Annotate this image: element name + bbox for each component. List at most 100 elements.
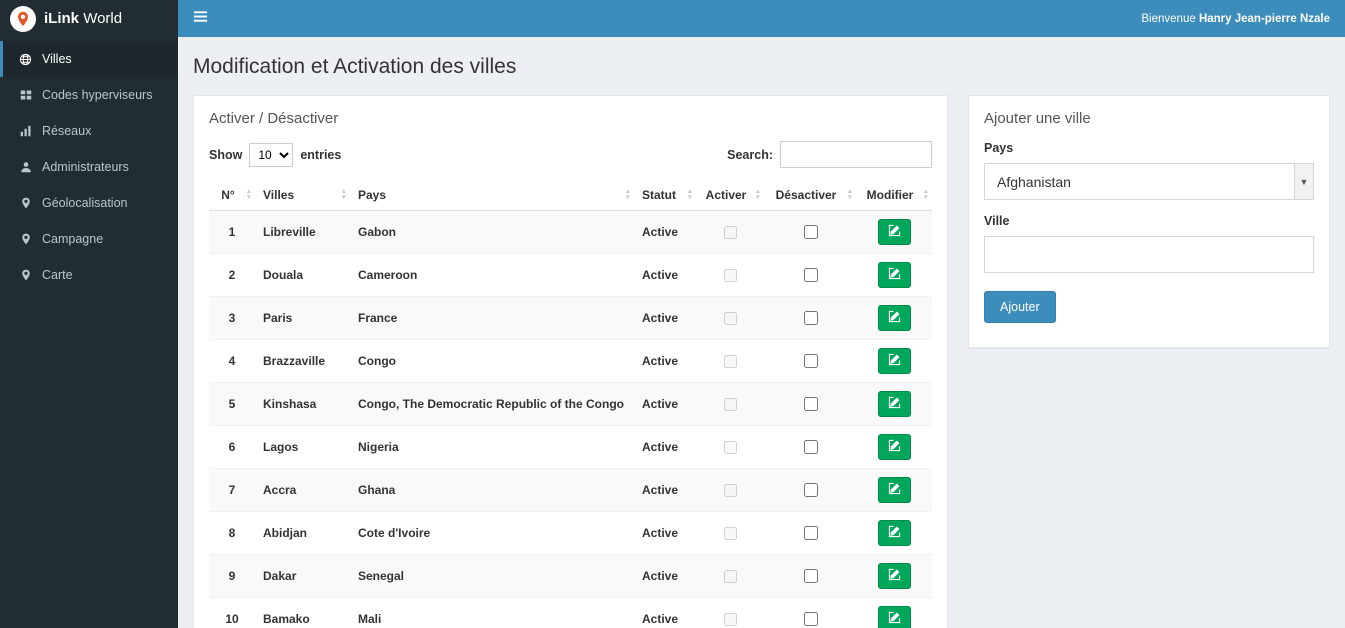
modifier-button[interactable] (877, 606, 911, 628)
table-row: 9 Dakar Senegal Active (209, 554, 932, 598)
cell-numero: 1 (209, 210, 255, 254)
table-row: 7 Accra Ghana Active (209, 468, 932, 512)
modifier-button[interactable] (877, 563, 911, 589)
modifier-button[interactable] (877, 391, 911, 417)
desactiver-checkbox[interactable] (803, 526, 818, 540)
modifier-button[interactable] (877, 262, 911, 288)
cell-numero: 7 (209, 468, 255, 512)
column-header-pays[interactable]: Pays ▲ ▼ (350, 180, 634, 211)
cell-ville: Lagos (255, 425, 350, 469)
column-header-villes[interactable]: Villes ▲ ▼ (255, 180, 350, 211)
cell-pays: Mali (350, 597, 634, 628)
main-content: Modification et Activation des villes Ac… (178, 37, 1345, 628)
show-label: Show (209, 147, 243, 162)
column-header-label: N° (221, 188, 235, 202)
column-header-activer[interactable]: Activer ▲ ▼ (696, 180, 764, 211)
sidebar-item-campagne[interactable]: Campagne (0, 221, 178, 257)
app-logo[interactable]: iLink World (0, 0, 178, 37)
cell-modifier (856, 296, 932, 340)
modifier-button[interactable] (877, 348, 911, 374)
modifier-button[interactable] (877, 219, 911, 245)
activer-checkbox (724, 483, 737, 497)
table-row: 8 Abidjan Cote d'Ivoire Active (209, 511, 932, 555)
cell-desactiver (764, 339, 856, 383)
pays-select[interactable]: Afghanistan (985, 164, 1313, 199)
brand-text: iLink World (44, 10, 123, 27)
table-row: 10 Bamako Mali Active (209, 597, 932, 628)
modifier-button[interactable] (877, 434, 911, 460)
ajouter-button[interactable]: Ajouter (984, 291, 1056, 323)
desactiver-checkbox[interactable] (803, 440, 818, 454)
cell-pays: Cameroon (350, 253, 634, 297)
search-label: Search: (727, 147, 773, 162)
page-length-select[interactable]: 10 (249, 142, 294, 167)
sidebar-item-label: Carte (42, 268, 73, 282)
cell-ville: Abidjan (255, 511, 350, 555)
desactiver-checkbox[interactable] (803, 612, 818, 626)
activer-checkbox (724, 397, 737, 411)
sort-icon: ▲ ▼ (624, 188, 631, 201)
pin-icon (18, 197, 33, 209)
activer-checkbox (724, 354, 737, 368)
cell-pays: Senegal (350, 554, 634, 598)
sort-icon: ▲ ▼ (245, 188, 252, 201)
column-header-modifier[interactable]: Modifier ▲ ▼ (856, 180, 932, 211)
cell-activer (696, 382, 764, 426)
sidebar: iLink World Villes Codes hyperviseurs Rése… (0, 0, 178, 628)
modifier-button[interactable] (877, 520, 911, 546)
column-header-desactiver[interactable]: Désactiver ▲ ▼ (764, 180, 856, 211)
cell-ville: Libreville (255, 210, 350, 254)
column-header-label: Désactiver (775, 188, 837, 202)
activer-checkbox (724, 526, 737, 540)
cell-numero: 8 (209, 511, 255, 555)
sidebar-item-administrateurs[interactable]: Administrateurs (0, 149, 178, 185)
sidebar-toggle-button[interactable] (178, 0, 223, 37)
modifier-button[interactable] (877, 477, 911, 503)
column-header-label: Pays (358, 188, 387, 202)
table-row: 1 Libreville Gabon Active (209, 210, 932, 254)
desactiver-checkbox[interactable] (803, 225, 818, 239)
pin-icon (18, 233, 33, 245)
modifier-button[interactable] (877, 305, 911, 331)
cell-desactiver (764, 554, 856, 598)
cell-pays: Cote d'Ivoire (350, 511, 634, 555)
column-header-statut[interactable]: Statut ▲ ▼ (634, 180, 696, 211)
column-header-label: Modifier (866, 188, 914, 202)
table-row: 3 Paris France Active (209, 296, 932, 340)
activer-checkbox (724, 440, 737, 454)
sort-icon: ▲ ▼ (754, 188, 761, 201)
sidebar-item-codes-hyperviseurs[interactable]: Codes hyperviseurs (0, 77, 178, 113)
desactiver-checkbox[interactable] (803, 268, 818, 282)
edit-icon (888, 482, 901, 498)
sidebar-item-geolocalisation[interactable]: Géolocalisation (0, 185, 178, 221)
ville-input[interactable] (984, 236, 1314, 273)
activer-checkbox (724, 225, 737, 239)
desactiver-checkbox[interactable] (803, 397, 818, 411)
cell-pays: France (350, 296, 634, 340)
sidebar-item-carte[interactable]: Carte (0, 257, 178, 293)
table-search-control: Search: (727, 141, 932, 168)
cell-activer (696, 425, 764, 469)
pin-icon (18, 269, 33, 281)
desactiver-checkbox[interactable] (803, 311, 818, 325)
edit-icon (888, 439, 901, 455)
desactiver-checkbox[interactable] (803, 354, 818, 368)
pays-label: Pays (984, 141, 1014, 155)
sidebar-item-reseaux[interactable]: Réseaux (0, 113, 178, 149)
cell-activer (696, 296, 764, 340)
table-row: 6 Lagos Nigeria Active (209, 425, 932, 469)
column-header-n-[interactable]: N° ▲ ▼ (209, 180, 255, 211)
cell-desactiver (764, 382, 856, 426)
sidebar-item-villes[interactable]: Villes (0, 41, 178, 77)
cell-numero: 5 (209, 382, 255, 426)
cell-desactiver (764, 425, 856, 469)
edit-icon (888, 525, 901, 541)
activer-checkbox (724, 612, 737, 626)
desactiver-checkbox[interactable] (803, 483, 818, 497)
table-row: 2 Douala Cameroon Active (209, 253, 932, 297)
edit-icon (888, 568, 901, 584)
cell-desactiver (764, 511, 856, 555)
desactiver-checkbox[interactable] (803, 569, 818, 583)
search-input[interactable] (780, 141, 932, 168)
cell-modifier (856, 554, 932, 598)
